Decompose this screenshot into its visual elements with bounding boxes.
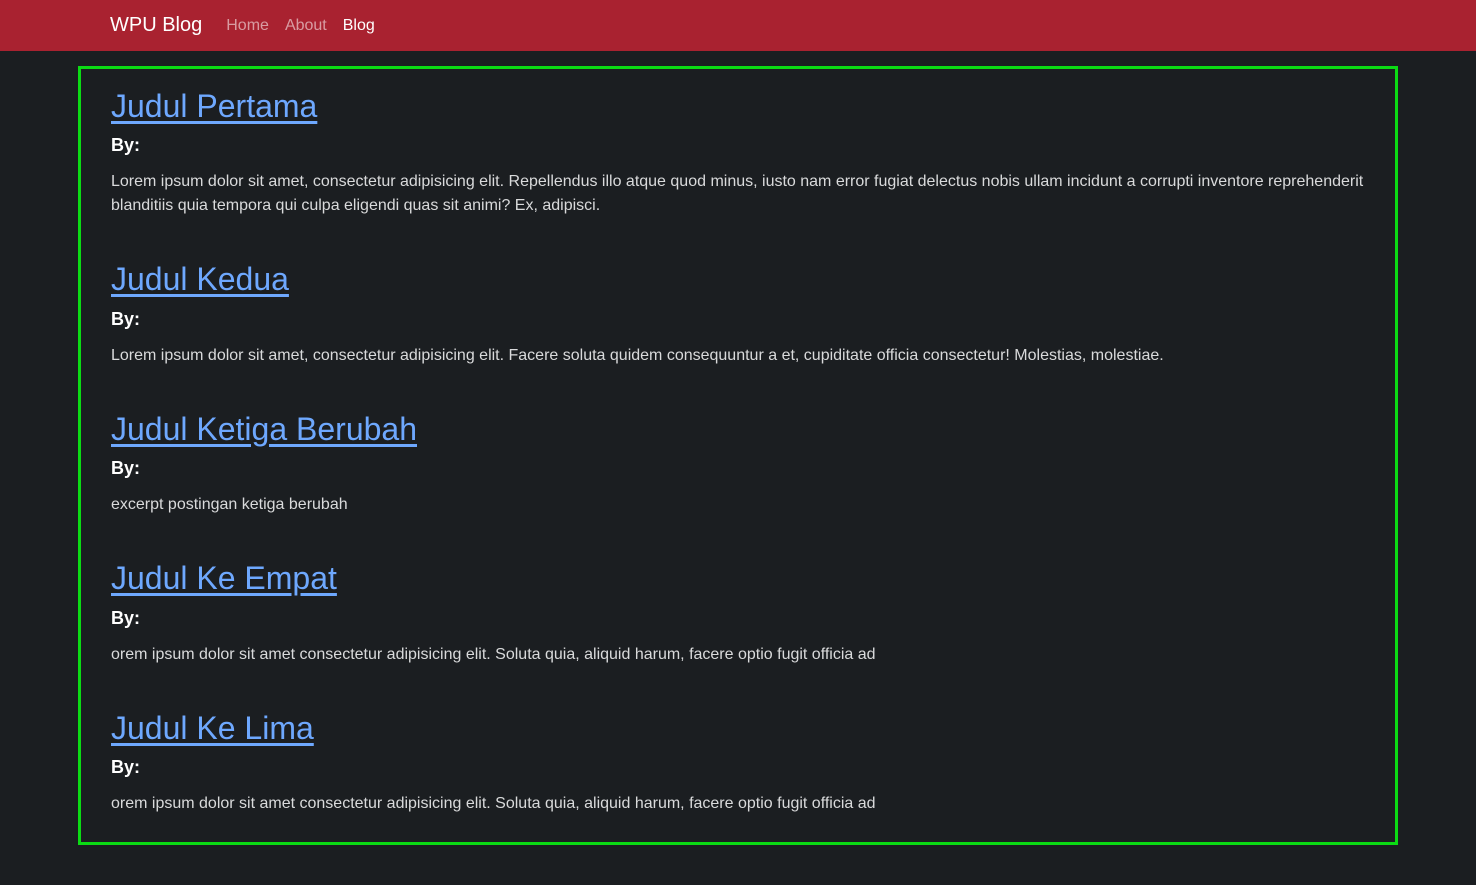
post-item-3: Judul Ketiga Berubah By: excerpt posting… (111, 410, 1365, 517)
post-excerpt: Lorem ipsum dolor sit amet, consectetur … (111, 170, 1365, 218)
post-title: Judul Pertama (111, 87, 1365, 125)
post-item-4: Judul Ke Empat By: orem ipsum dolor sit … (111, 559, 1365, 666)
navbar-container: WPU Blog Home About Blog (78, 0, 1398, 51)
post-excerpt: orem ipsum dolor sit amet consectetur ad… (111, 792, 1365, 816)
post-title: Judul Ke Empat (111, 559, 1365, 597)
nav-item-blog[interactable]: Blog (335, 9, 383, 43)
nav-item-about[interactable]: About (277, 9, 335, 43)
nav-menu: Home About Blog (218, 9, 383, 43)
post-byline: By: (111, 458, 1365, 479)
post-excerpt: excerpt postingan ketiga berubah (111, 493, 1365, 517)
post-title-link[interactable]: Judul Pertama (111, 88, 317, 124)
post-title-link[interactable]: Judul Kedua (111, 261, 289, 297)
post-title-link[interactable]: Judul Ke Empat (111, 560, 337, 596)
nav-item-home[interactable]: Home (218, 9, 277, 43)
post-title-link[interactable]: Judul Ketiga Berubah (111, 411, 417, 447)
post-byline: By: (111, 135, 1365, 156)
post-title-link[interactable]: Judul Ke Lima (111, 710, 314, 746)
navbar: WPU Blog Home About Blog (0, 0, 1476, 51)
post-item-5: Judul Ke Lima By: orem ipsum dolor sit a… (111, 709, 1365, 816)
post-excerpt: orem ipsum dolor sit amet consectetur ad… (111, 643, 1365, 667)
post-excerpt: Lorem ipsum dolor sit amet, consectetur … (111, 344, 1365, 368)
post-title: Judul Kedua (111, 260, 1365, 298)
post-title: Judul Ke Lima (111, 709, 1365, 747)
post-byline: By: (111, 309, 1365, 330)
post-item-2: Judul Kedua By: Lorem ipsum dolor sit am… (111, 260, 1365, 367)
post-item-1: Judul Pertama By: Lorem ipsum dolor sit … (111, 87, 1365, 218)
post-byline: By: (111, 757, 1365, 778)
posts-container: Judul Pertama By: Lorem ipsum dolor sit … (78, 66, 1398, 845)
post-title: Judul Ketiga Berubah (111, 410, 1365, 448)
post-byline: By: (111, 608, 1365, 629)
brand-link[interactable]: WPU Blog (110, 14, 202, 37)
